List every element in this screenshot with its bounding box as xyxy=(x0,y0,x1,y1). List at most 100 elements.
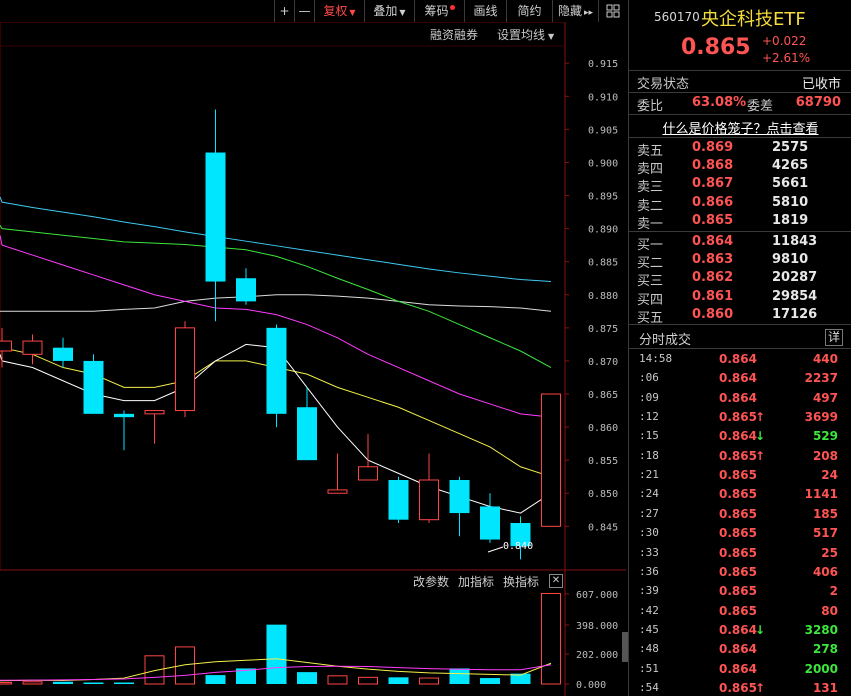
price-tick-label: 0.885 xyxy=(588,258,618,269)
zoom-in-button[interactable]: + xyxy=(274,0,294,22)
grid-icon[interactable] xyxy=(598,0,626,22)
ask-row[interactable]: 卖五 0.869 2575 xyxy=(629,139,851,159)
trade-price: 0.864 xyxy=(719,429,757,444)
change-params-button[interactable]: 改参数 xyxy=(413,573,449,590)
trade-time: :39 xyxy=(639,584,659,598)
volume-tick-label: 202.000 xyxy=(576,650,618,661)
candle[interactable] xyxy=(144,410,165,444)
volume-bar[interactable] xyxy=(419,677,439,685)
trade-time: :27 xyxy=(639,506,659,520)
kline-chart[interactable]: 0.915 0.910 0.905 0.900 0.895 0.890 0.885 0.880… xyxy=(0,0,626,696)
candle[interactable] xyxy=(83,354,104,414)
ask-row[interactable]: 卖一 0.865 1819 xyxy=(629,212,851,232)
volume-bar[interactable] xyxy=(480,678,500,684)
candle[interactable] xyxy=(205,109,226,322)
volume-bar[interactable] xyxy=(388,677,409,684)
candle[interactable] xyxy=(266,324,287,428)
trade-volume: 185 xyxy=(812,506,838,521)
trade-time: :15 xyxy=(639,429,659,443)
volume-bar[interactable] xyxy=(266,624,287,684)
divider xyxy=(629,114,851,115)
close-indicator-icon[interactable]: ✕ xyxy=(549,574,563,588)
candle[interactable] xyxy=(388,476,409,523)
add-indicator-button[interactable]: 加指标 xyxy=(458,573,494,590)
trade-row: :12 0.865 ↑ 3699 xyxy=(629,409,851,428)
candle[interactable] xyxy=(449,476,470,537)
bid-volume: 11843 xyxy=(772,234,818,249)
ask-volume: 4265 xyxy=(772,158,809,174)
quote-panel: 560170 央企科技ETF 0.865 +0.022 +2.61% 交易状态 … xyxy=(628,0,851,696)
ask-row[interactable]: 卖三 0.867 5661 xyxy=(629,175,851,196)
candle[interactable] xyxy=(480,493,500,543)
volume-bar[interactable] xyxy=(114,682,134,684)
volume-tick-label: 398.000 xyxy=(576,621,618,632)
candle-body xyxy=(236,278,256,302)
candle[interactable] xyxy=(419,453,439,523)
volume-bar[interactable] xyxy=(83,682,104,684)
yincang-button[interactable]: 隐藏 ▸▸ xyxy=(552,0,598,22)
margin-trading-link[interactable]: 融资融券 xyxy=(430,26,478,43)
price-cage-link[interactable]: 什么是价格笼子？点击查看 xyxy=(629,118,851,137)
volume-bar[interactable] xyxy=(175,646,195,685)
ask-row[interactable]: 卖二 0.866 5810 xyxy=(629,194,851,214)
bid-row[interactable]: 买四 0.861 29854 xyxy=(629,288,851,308)
candle[interactable] xyxy=(114,410,134,451)
divider xyxy=(629,231,851,232)
volume-bar[interactable] xyxy=(144,655,165,685)
trade-status-value: 已收市 xyxy=(801,77,841,92)
volume-bar[interactable] xyxy=(327,675,348,685)
candle[interactable] xyxy=(327,453,348,494)
fuquan-button[interactable]: 复权 ▼ xyxy=(314,0,364,22)
candle[interactable] xyxy=(510,516,531,560)
huaxian-button[interactable]: 画线 xyxy=(464,0,506,22)
ask-volume: 5661 xyxy=(772,176,809,192)
diejia-caret-icon: ▼ xyxy=(399,8,406,17)
bid-row[interactable]: 买三 0.862 20287 xyxy=(629,269,851,290)
trade-row: :24 0.865 1141 xyxy=(629,486,851,505)
volume-bar[interactable] xyxy=(0,682,12,685)
volume-bar[interactable] xyxy=(22,681,43,685)
ma60-line xyxy=(0,294,552,312)
low-annotation-arrow xyxy=(487,546,504,553)
candle[interactable] xyxy=(236,268,256,305)
trade-volume: 278 xyxy=(812,642,838,657)
bid-row[interactable]: 买一 0.864 11843 xyxy=(629,233,851,253)
ask-row[interactable]: 卖四 0.868 4265 xyxy=(629,157,851,177)
bid-volume: 20287 xyxy=(772,270,818,286)
down-arrow-icon: ↓ xyxy=(755,622,766,637)
candle[interactable] xyxy=(541,393,561,527)
jianyue-button[interactable]: 简约 xyxy=(506,0,552,22)
diejia-button[interactable]: 叠加 ▼ xyxy=(364,0,414,22)
bid-row[interactable]: 买五 0.860 17126 xyxy=(629,306,851,326)
candle[interactable] xyxy=(175,321,195,418)
candles[interactable] xyxy=(0,109,561,560)
volume-bar[interactable] xyxy=(205,675,226,684)
ma-settings-button[interactable]: 设置均线 ▼ xyxy=(497,26,554,43)
candle[interactable] xyxy=(358,433,378,481)
candle[interactable] xyxy=(297,387,317,461)
candle[interactable] xyxy=(22,334,43,365)
trade-time: :42 xyxy=(639,603,659,617)
volume-bar[interactable] xyxy=(541,592,561,685)
chouma-button[interactable]: 筹码 xyxy=(414,0,464,22)
candle[interactable] xyxy=(53,337,73,368)
zoom-out-button[interactable]: — xyxy=(294,0,314,22)
trade-time: :51 xyxy=(639,661,659,675)
up-arrow-icon: ↑ xyxy=(755,448,766,463)
ask-level-label: 卖三 xyxy=(637,180,664,196)
trades-detail-button[interactable]: 详 xyxy=(825,329,843,346)
trade-time: :09 xyxy=(639,390,659,404)
volume-bar[interactable] xyxy=(53,681,73,684)
volume-bar[interactable] xyxy=(358,676,378,685)
switch-indicator-button[interactable]: 换指标 xyxy=(503,573,539,590)
volume-bar[interactable] xyxy=(297,672,317,684)
bid-row[interactable]: 买二 0.863 9810 xyxy=(629,251,851,271)
weicha-value: 68790 xyxy=(795,95,841,110)
candle-body xyxy=(266,327,287,414)
bid-price: 0.860 xyxy=(692,306,734,322)
trade-row: :06 0.864 2237 xyxy=(629,370,851,389)
bid-level-label: 买三 xyxy=(637,274,664,290)
volume-bars[interactable] xyxy=(0,592,561,685)
trade-volume: 208 xyxy=(812,448,838,463)
volume-bar[interactable] xyxy=(449,668,470,684)
